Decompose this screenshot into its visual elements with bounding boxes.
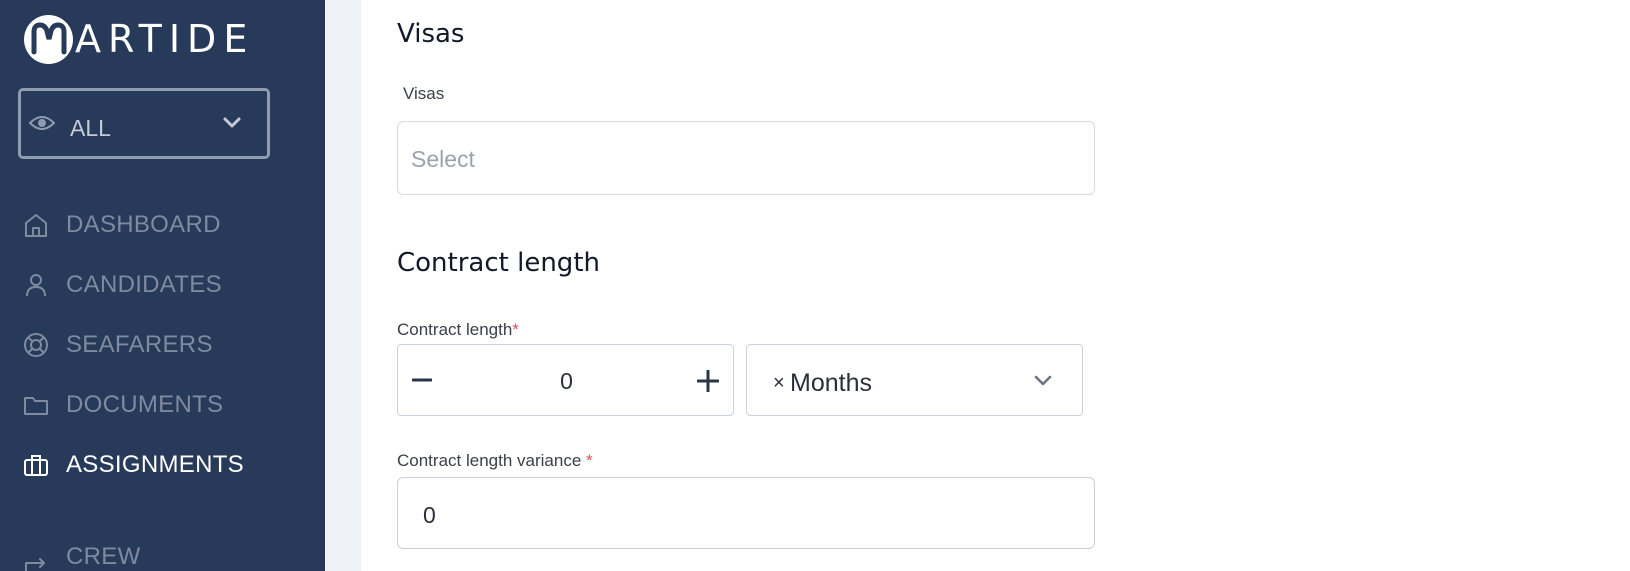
contract-length-unit-select[interactable]: × Months [746,344,1083,416]
sidebar-item-candidates[interactable]: CANDIDATES [0,255,325,315]
sidebar-item-label: DOCUMENTS [66,391,224,418]
sidebar-nav: DASHBOARD CANDIDATES SEAFARERS DOCUMENTS [0,195,325,571]
contract-length-section-title: Contract length [397,248,600,278]
view-filter-value: ALL [70,115,111,141]
sidebar-item-label: ASSIGNMENTS [66,451,244,478]
contract-length-variance-input[interactable]: 0 [397,477,1095,549]
contract-length-variance-label: Contract length variance * [397,451,593,471]
eye-icon [29,116,55,130]
chevron-down-icon [223,117,241,128]
sidebar-item-label: CANDIDATES [66,271,222,298]
sidebar-item-label: CREW CHANGE [66,543,141,570]
visas-field-label: Visas [403,84,445,103]
lifebuoy-icon [24,333,48,357]
sidebar-item-label: DASHBOARD [66,211,221,238]
contract-length-variance-value: 0 [423,502,436,528]
sidebar-item-assignments[interactable]: ASSIGNMENTS [0,435,325,495]
chevron-down-icon[interactable] [1034,375,1052,387]
visas-select-placeholder: Select [411,146,475,172]
contract-length-value[interactable]: 0 [398,368,735,395]
home-icon [25,214,47,237]
sidebar-item-seafarers[interactable]: SEAFARERS [0,315,325,375]
swap-icon [25,558,45,571]
assignment-form: Visas Visas Select Contract length Contr… [361,0,1630,571]
contract-length-stepper[interactable]: 0 [397,344,734,416]
sidebar-item-label: SEAFARERS [66,331,213,358]
contract-length-variance-label-text: Contract length variance [397,451,582,470]
content-gutter [325,0,361,571]
sidebar-item-documents[interactable]: DOCUMENTS [0,375,325,435]
visas-section-title: Visas [397,19,465,49]
contract-length-label: Contract length* [397,320,519,340]
user-icon [26,274,46,297]
sidebar-item-dashboard[interactable]: DASHBOARD [0,195,325,255]
visas-select[interactable]: Select [397,121,1095,195]
contract-length-label-text: Contract length [397,320,513,339]
logo-m-icon [24,14,73,64]
martide-logo[interactable]: ARTIDE [24,14,254,64]
required-mark: * [512,320,519,339]
folder-icon [24,397,48,415]
sidebar: ARTIDE ALL DASHBOARD CANDIDATES SEAFARER… [0,0,325,571]
briefcase-icon [24,455,48,476]
logo-text: ARTIDE [75,17,255,61]
clear-selection-icon[interactable]: × [773,372,785,395]
view-filter-select[interactable]: ALL [18,88,270,159]
plus-icon[interactable] [697,370,719,392]
required-mark: * [586,451,593,470]
contract-length-unit-value: Months [790,369,872,397]
